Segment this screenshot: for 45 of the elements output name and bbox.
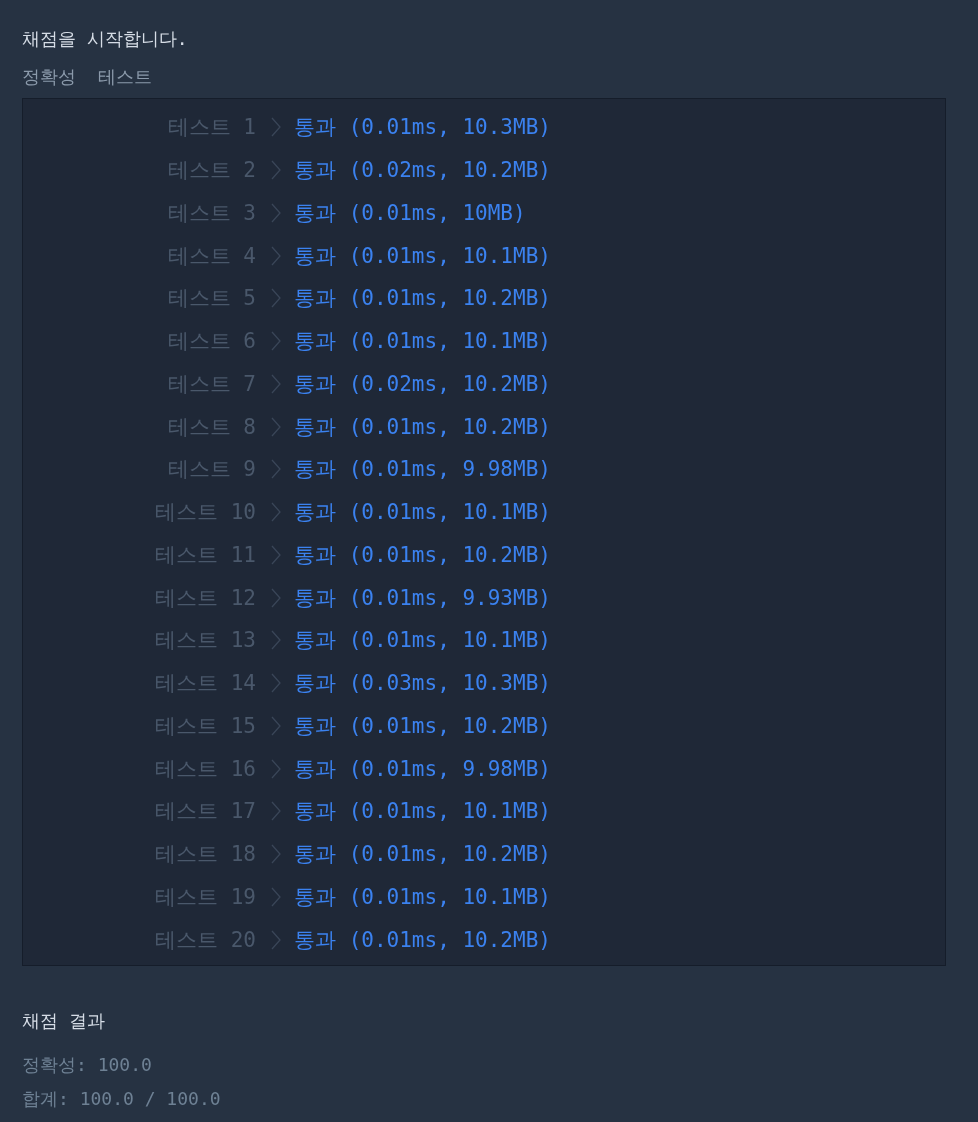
section-title: 정확성 테스트: [22, 65, 153, 89]
chevron-icon: [271, 844, 281, 865]
chevron-icon: [271, 929, 281, 950]
chevron-icon: [271, 331, 281, 352]
chevron-icon: [271, 288, 281, 309]
test-result: 통과 (0.03ms, 10.3MB): [294, 670, 551, 698]
chevron-icon: [271, 673, 281, 694]
chevron-icon: [271, 758, 281, 779]
test-result: 통과 (0.01ms, 10.3MB): [294, 114, 551, 142]
chevron-icon: [271, 502, 281, 523]
test-result: 통과 (0.01ms, 10.2MB): [294, 712, 551, 740]
chevron-icon: [271, 202, 281, 223]
chevron-icon: [271, 160, 281, 181]
test-result: 통과 (0.01ms, 10MB): [294, 199, 526, 227]
chevron-icon: [271, 373, 281, 394]
test-result: 통과 (0.01ms, 10.1MB): [294, 798, 551, 826]
test-result: 통과 (0.01ms, 10.2MB): [294, 841, 551, 869]
chevron-icon: [271, 801, 281, 822]
chevron-icon: [271, 587, 281, 608]
chevron-icon: [271, 117, 281, 138]
test-result: 통과 (0.01ms, 10.2MB): [294, 413, 551, 441]
test-result: 통과 (0.01ms, 10.2MB): [294, 285, 551, 313]
result-title: 채점 결과: [22, 1009, 106, 1033]
chevron-icon: [271, 630, 281, 651]
score-line: 합계: 100.0 / 100.0: [22, 1087, 222, 1111]
test-result: 통과 (0.01ms, 9.98MB): [294, 456, 551, 484]
test-result: 통과 (0.01ms, 10.1MB): [294, 328, 551, 356]
test-result: 통과 (0.01ms, 9.93MB): [294, 584, 551, 612]
test-result: 통과 (0.02ms, 10.2MB): [294, 370, 551, 398]
chevron-icon: [271, 715, 281, 736]
chevron-icon: [271, 245, 281, 266]
test-result: 통과 (0.02ms, 10.2MB): [294, 157, 551, 185]
test-result: 통과 (0.01ms, 10.1MB): [294, 627, 551, 655]
chevron-icon: [271, 459, 281, 480]
grading-start-message: 채점을 시작합니다.: [22, 27, 189, 51]
score-line: 정확성: 100.0: [22, 1053, 153, 1077]
test-result: 통과 (0.01ms, 10.1MB): [294, 499, 551, 527]
test-result: 통과 (0.01ms, 10.2MB): [294, 926, 551, 954]
chevron-icon: [271, 544, 281, 565]
chevron-icon: [271, 886, 281, 907]
chevron-icon: [271, 416, 281, 437]
test-result: 통과 (0.01ms, 10.1MB): [294, 883, 551, 911]
test-result: 통과 (0.01ms, 9.98MB): [294, 755, 551, 783]
test-result: 통과 (0.01ms, 10.2MB): [294, 541, 551, 569]
test-result: 통과 (0.01ms, 10.1MB): [294, 242, 551, 270]
